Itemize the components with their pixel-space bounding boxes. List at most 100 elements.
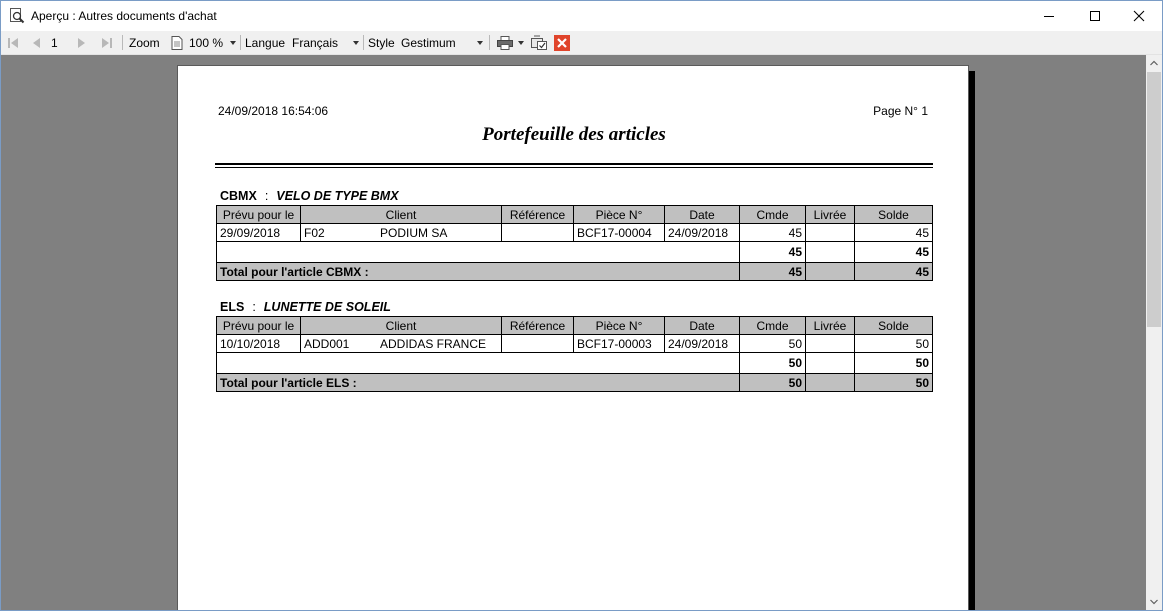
page-indicator: Page N° 1	[873, 104, 928, 118]
export-icon	[531, 35, 547, 50]
zoom-select[interactable]: 100 %	[189, 31, 223, 54]
article-header: CBMX: VELO DE TYPE BMX	[220, 189, 399, 203]
column-header: Prévu pour le	[216, 316, 301, 335]
chevron-down-icon	[477, 40, 483, 45]
preview-toolbar: 1 Zoom 100 % Langue Français Style Gesti…	[1, 31, 1162, 55]
table-header-row: Prévu pour le Client Référence Pièce N° …	[216, 316, 933, 335]
article-name: VELO DE TYPE BMX	[276, 189, 399, 203]
total-cmde: 50	[739, 373, 806, 392]
minimize-icon	[1044, 16, 1054, 17]
total-label: Total pour l'article ELS :	[216, 373, 740, 392]
last-page-button[interactable]	[101, 31, 113, 54]
export-button[interactable]	[531, 31, 547, 54]
piece-cell: BCF17-00003	[573, 334, 665, 353]
column-header: Date	[664, 316, 740, 335]
maximize-button[interactable]	[1072, 1, 1118, 31]
reference-cell	[501, 223, 574, 242]
chevron-down-icon[interactable]	[1150, 599, 1158, 605]
close-red-icon	[554, 34, 570, 51]
article-table: Prévu pour le Client Référence Pièce N° …	[216, 316, 933, 392]
column-header: Pièce N°	[573, 316, 665, 335]
subtotal-cmde: 50	[739, 352, 806, 374]
language-select[interactable]: Français	[292, 31, 338, 54]
zoom-dropdown-button[interactable]	[230, 31, 236, 54]
printer-icon	[497, 35, 513, 50]
table-header-row: Prévu pour le Client Référence Pièce N° …	[216, 205, 933, 224]
close-preview-button[interactable]	[554, 31, 570, 54]
style-dropdown-button[interactable]	[477, 31, 483, 54]
column-header: Client	[300, 316, 502, 335]
page-number-field[interactable]: 1	[51, 31, 58, 54]
subtotal-livree	[805, 241, 855, 263]
magnifier-document-icon	[10, 8, 25, 24]
subtotal-solde: 50	[854, 352, 933, 374]
page-icon	[171, 35, 183, 50]
report-page: 24/09/2018 16:54:06 Page N° 1 Portefeuil…	[177, 65, 969, 610]
client-name: PODIUM SA	[380, 225, 448, 240]
previous-page-icon	[33, 37, 40, 48]
solde-cell: 50	[854, 334, 933, 353]
reference-cell	[501, 334, 574, 353]
next-page-button[interactable]	[77, 31, 87, 54]
subtotal-row: 50 50	[216, 352, 933, 374]
table-row: 29/09/2018 F02 PODIUM SA BCF17-00004 24/0…	[216, 223, 933, 242]
next-page-icon	[78, 37, 85, 48]
total-row: Total pour l'article ELS : 50 50	[216, 373, 933, 392]
print-button[interactable]	[497, 31, 513, 54]
total-row: Total pour l'article CBMX : 45 45	[216, 262, 933, 281]
client-cell: F02 PODIUM SA	[300, 223, 502, 242]
date-cell: 24/09/2018	[664, 334, 740, 353]
style-select[interactable]: Gestimum	[401, 31, 456, 54]
page-icon	[171, 31, 183, 54]
column-header: Référence	[501, 316, 574, 335]
preview-area[interactable]: 24/09/2018 16:54:06 Page N° 1 Portefeuil…	[1, 55, 1146, 610]
scrollbar-thumb[interactable]	[1147, 72, 1161, 327]
column-header: Date	[664, 205, 740, 224]
total-label: Total pour l'article CBMX :	[216, 262, 740, 281]
minimize-button[interactable]	[1026, 1, 1072, 31]
article-code: ELS	[220, 300, 245, 314]
language-dropdown-button[interactable]	[353, 31, 359, 54]
first-page-button[interactable]	[7, 31, 19, 54]
language-value: Français	[292, 35, 339, 50]
column-header: Prévu pour le	[216, 205, 301, 224]
report-title: Portefeuille des articles	[482, 124, 666, 145]
total-cmde: 45	[739, 262, 806, 281]
print-dropdown-button[interactable]	[518, 31, 524, 54]
livree-cell	[805, 334, 855, 353]
column-header: Référence	[501, 205, 574, 224]
subtotal-livree	[805, 352, 855, 374]
article-header: ELS: LUNETTE DE SOLEIL	[220, 300, 391, 314]
column-header: Livrée	[805, 316, 855, 335]
last-page-icon	[102, 37, 112, 48]
chevron-down-icon	[353, 40, 359, 45]
chevron-down-icon	[518, 40, 524, 45]
article-code: CBMX	[220, 189, 257, 203]
chevron-up-icon[interactable]	[1150, 60, 1158, 66]
style-label: Style	[368, 35, 395, 50]
article-name: LUNETTE DE SOLEIL	[263, 300, 391, 314]
subtotal-cmde: 45	[739, 241, 806, 263]
column-header: Solde	[854, 316, 933, 335]
previous-page-button[interactable]	[31, 31, 41, 54]
prevu-cell: 29/09/2018	[216, 223, 301, 242]
vertical-scrollbar[interactable]	[1146, 55, 1162, 610]
client-cell: ADD001 ADDIDAS FRANCE	[300, 334, 502, 353]
client-code: ADD001	[304, 336, 350, 351]
prevu-cell: 10/10/2018	[216, 334, 301, 353]
maximize-icon	[1090, 11, 1100, 21]
livree-cell	[805, 223, 855, 242]
total-solde: 50	[854, 373, 933, 392]
cmde-cell: 45	[739, 223, 806, 242]
first-page-icon	[8, 37, 18, 48]
column-header: Pièce N°	[573, 205, 665, 224]
total-livree	[805, 262, 855, 281]
window-title: Aperçu : Autres documents d'achat	[31, 9, 217, 23]
total-livree	[805, 373, 855, 392]
table-row: 10/10/2018 ADD001 ADDIDAS FRANCE BCF17-00…	[216, 334, 933, 353]
close-window-button[interactable]	[1116, 1, 1162, 31]
column-header: Client	[300, 205, 502, 224]
piece-cell: BCF17-00004	[573, 223, 665, 242]
date-cell: 24/09/2018	[664, 223, 740, 242]
column-header: Solde	[854, 205, 933, 224]
